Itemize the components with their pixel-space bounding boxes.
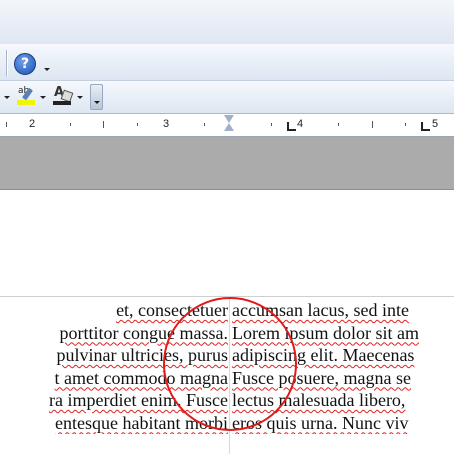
indent-marker-icon[interactable] [224,114,234,136]
font-color-bar [53,101,71,105]
dropdown-arrow-icon[interactable] [4,96,10,99]
ruler-tick [372,121,373,128]
tab-stop-icon[interactable] [421,122,430,131]
highlight-icon[interactable]: ab [16,86,36,106]
first-line-indent-icon[interactable] [224,115,234,123]
ruler-tick [271,123,272,126]
ruler-number: 3 [163,118,170,130]
font-color-dropdown-arrow-icon[interactable] [77,96,83,99]
tab-stop-icon[interactable] [287,122,296,131]
ruler-tick [70,123,71,126]
standard-toolbar [0,44,454,81]
toolbar-separator [6,50,7,76]
ruler-number: 2 [29,118,36,130]
ruler-number: 5 [432,118,439,130]
ruler-tick [405,123,406,126]
hanging-indent-icon[interactable] [224,123,234,131]
title-bar [0,0,454,45]
ruler-tick [103,121,104,128]
annotation-circle [163,297,297,431]
highlight-dropdown-arrow-icon[interactable] [40,96,46,99]
ruler-tick [204,123,205,126]
ruler-tick [137,123,138,126]
ruler-number: 4 [297,118,304,130]
ruler-tick [338,123,339,126]
toolbar-overflow-button[interactable] [90,84,103,110]
page-gap-area [0,137,454,190]
help-icon[interactable]: ? [14,53,36,75]
highlight-color-bar [17,100,35,105]
toolbar-options-arrow-icon[interactable] [44,68,50,71]
font-color-icon[interactable]: A [52,85,74,106]
ruler-tick [6,122,7,127]
